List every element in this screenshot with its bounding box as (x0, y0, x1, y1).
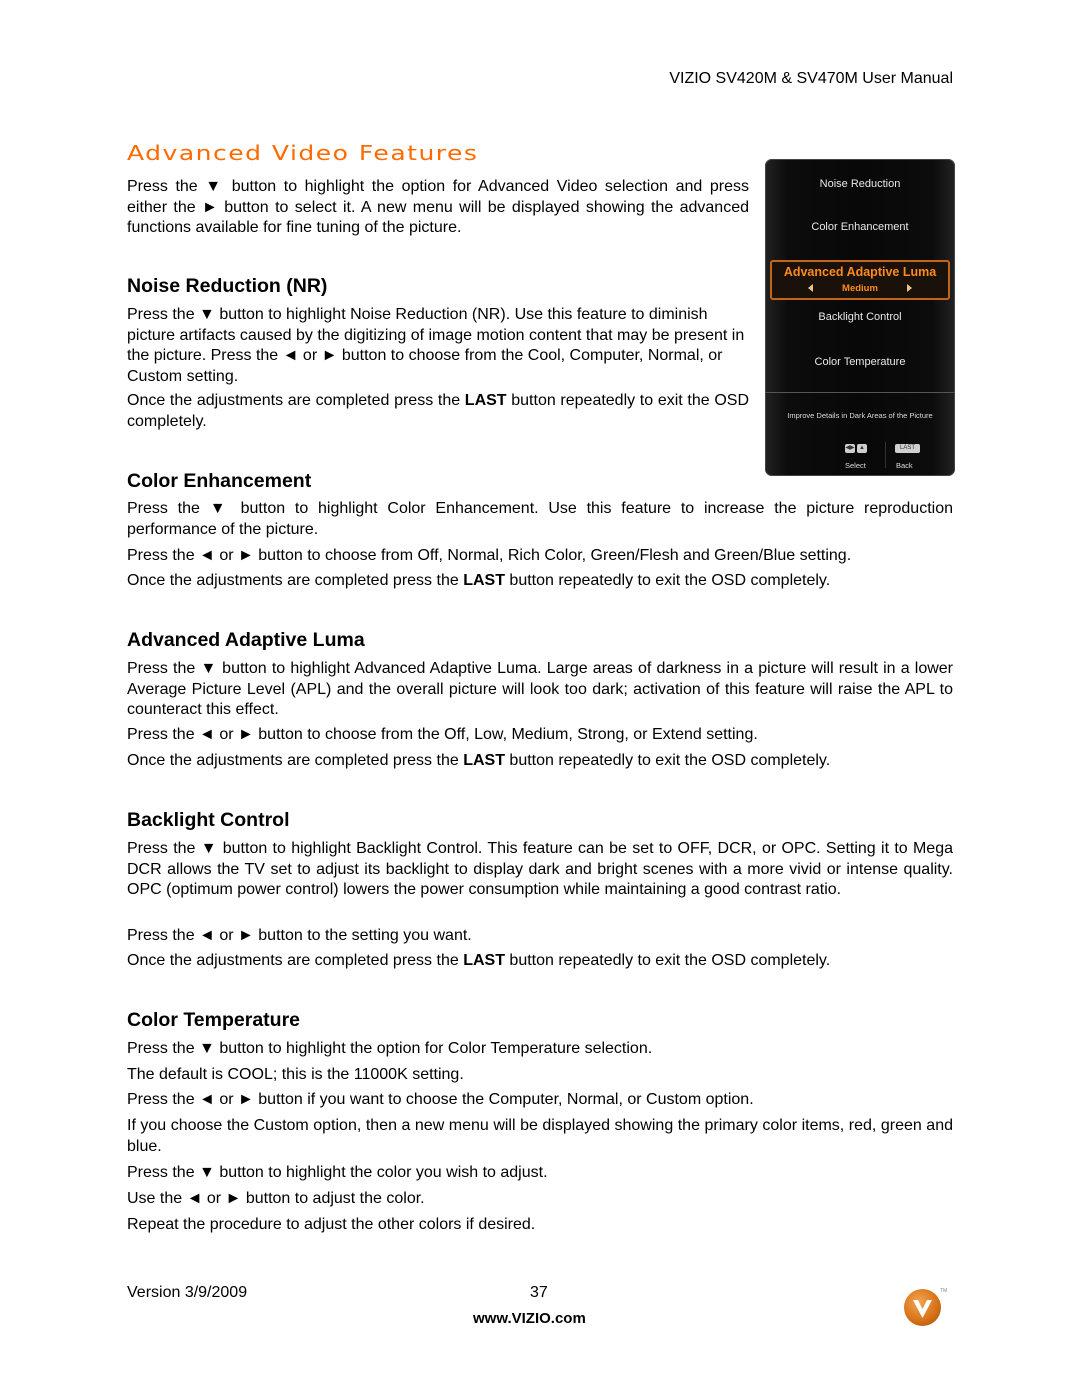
adaptive-luma-paragraph-3: Once the adjustments are completed press… (127, 752, 831, 769)
backlight-paragraph-3: Once the adjustments are completed press… (127, 952, 831, 969)
page-number: 37 (530, 1284, 548, 1301)
color-temperature-paragraph-6: Use the ◄ or ► button to adjust the colo… (127, 1190, 425, 1207)
right-arrow-icon (907, 284, 912, 292)
color-temperature-paragraph-1: Press the ▼ button to highlight the opti… (127, 1040, 653, 1057)
color-temperature-paragraph-4: If you choose the Custom option, then a … (127, 1117, 953, 1155)
osd-selected-value: Medium (842, 283, 878, 294)
color-temperature-paragraph-5: Press the ▼ button to highlight the colo… (127, 1164, 548, 1181)
heading-backlight-control: Backlight Control (127, 809, 290, 831)
color-enhancement-paragraph-3: Once the adjustments are completed press… (127, 572, 831, 589)
vizio-logo-icon (904, 1289, 941, 1326)
page-title: Advanced Video Features (127, 141, 479, 165)
backlight-paragraph-2: Press the ◄ or ► button to the setting y… (127, 927, 472, 944)
noise-reduction-paragraph-1: Press the ▼ button to highlight Noise Re… (127, 306, 745, 385)
osd-menu-image: Noise Reduction Color Enhancement Advanc… (765, 159, 955, 476)
backlight-paragraph-1: Press the ▼ button to highlight Backligh… (127, 840, 953, 898)
osd-divider (765, 392, 955, 393)
adaptive-luma-paragraph-1: Press the ▼ button to highlight Advanced… (127, 660, 953, 718)
osd-item-color-enhancement: Color Enhancement (811, 221, 909, 233)
color-enhancement-paragraph-1: Press the ▼ button to highlight Color En… (127, 500, 953, 538)
adaptive-luma-paragraph-2: Press the ◄ or ► button to choose from t… (127, 726, 758, 743)
intro-paragraph: Press the ▼ button to highlight the opti… (127, 178, 749, 236)
heading-noise-reduction: Noise Reduction (NR) (127, 275, 328, 297)
footer-version: Version 3/9/2009 (127, 1284, 248, 1301)
footer-url[interactable]: www.VIZIO.com (473, 1310, 586, 1327)
heading-color-temperature: Color Temperature (127, 1009, 301, 1031)
osd-help-text: Improve Details in Dark Areas of the Pic… (787, 411, 933, 420)
osd-key-separator (885, 442, 886, 468)
color-temperature-paragraph-7: Repeat the procedure to adjust the other… (127, 1216, 536, 1233)
osd-item-noise-reduction: Noise Reduction (819, 178, 901, 190)
trademark-mark: TM (940, 1288, 948, 1294)
up-down-key-icon: ▲ (857, 444, 867, 453)
heading-color-enhancement: Color Enhancement (127, 470, 312, 492)
color-temperature-paragraph-3: Press the ◄ or ► button if you want to c… (127, 1091, 754, 1108)
osd-item-color-temperature: Color Temperature (814, 356, 906, 368)
osd-selected-label: Advanced Adaptive Luma (783, 265, 937, 279)
osd-back-label: Back (896, 461, 913, 470)
last-key-icon: LAST (895, 444, 920, 453)
noise-reduction-paragraph-2: Once the adjustments are completed press… (127, 392, 749, 430)
osd-item-backlight-control: Backlight Control (818, 311, 902, 323)
osd-item-selected: Advanced Adaptive Luma Medium (770, 260, 950, 300)
color-temperature-paragraph-2: The default is COOL; this is the 11000K … (127, 1066, 464, 1083)
color-enhancement-paragraph-2: Press the ◄ or ► button to choose from O… (127, 547, 852, 564)
left-right-key-icon: ◀▶ (845, 444, 855, 453)
heading-adaptive-luma: Advanced Adaptive Luma (127, 629, 365, 651)
manual-title: VIZIO SV420M & SV470M User Manual (669, 70, 953, 87)
osd-select-label: Select (845, 461, 866, 470)
